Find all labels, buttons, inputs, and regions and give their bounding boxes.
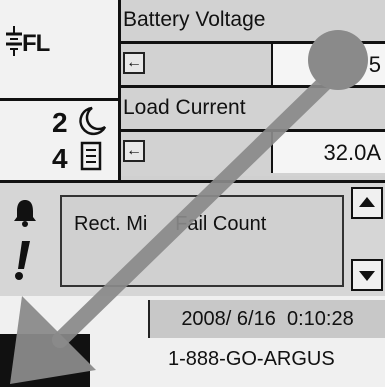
load-current-value: 32.0A [271, 132, 385, 173]
log-count: 4 [52, 143, 68, 174]
readings-panel: Battery Voltage ← 5 Load Current ← 32.0A [121, 0, 385, 180]
alarm-list[interactable]: Rect. Mi Fail Count [60, 195, 344, 287]
footer-panel: 2008/ 6/16 0:10:28 1-888-GO-ARGUS [0, 296, 385, 387]
scroll-down-button[interactable] [351, 259, 383, 291]
load-current-label: Load Current [121, 88, 385, 132]
fl-label: FL [22, 30, 50, 57]
battery-voltage-value: 5 [271, 44, 385, 85]
bell-icon [14, 200, 36, 227]
support-phone: 1-888-GO-ARGUS [168, 348, 335, 370]
battery-voltage-nav-button[interactable]: ← [123, 52, 145, 74]
triangle-down-icon [359, 271, 375, 281]
load-current-row: ← 32.0A [121, 132, 385, 176]
controller-screen: FL 2 4 Battery Voltage ← 5 Load Current … [0, 0, 385, 387]
alarm-panel: Rect. Mi Fail Count [0, 180, 385, 299]
alarm-icons [0, 183, 52, 296]
load-current-nav-button[interactable]: ← [123, 140, 145, 162]
log-book-icon [80, 141, 102, 171]
alarm-count: 2 [52, 107, 68, 138]
triangle-up-icon [359, 197, 375, 207]
moon-icon [79, 106, 107, 136]
battery-symbol-icon [6, 26, 22, 56]
battery-voltage-row: ← 5 [121, 44, 385, 88]
scroll-up-button[interactable] [351, 187, 383, 219]
alarm-list-item[interactable]: Rect. Mi Fail Count [74, 213, 266, 236]
date-time-display[interactable]: 2008/ 6/16 0:10:28 [148, 300, 385, 338]
counts-box: 2 4 [0, 101, 118, 180]
fl-status-box[interactable]: FL [0, 0, 118, 101]
logo-block [0, 334, 90, 387]
exclamation-icon [15, 241, 30, 280]
status-column: FL 2 4 [0, 0, 121, 180]
battery-voltage-label: Battery Voltage [121, 0, 385, 44]
